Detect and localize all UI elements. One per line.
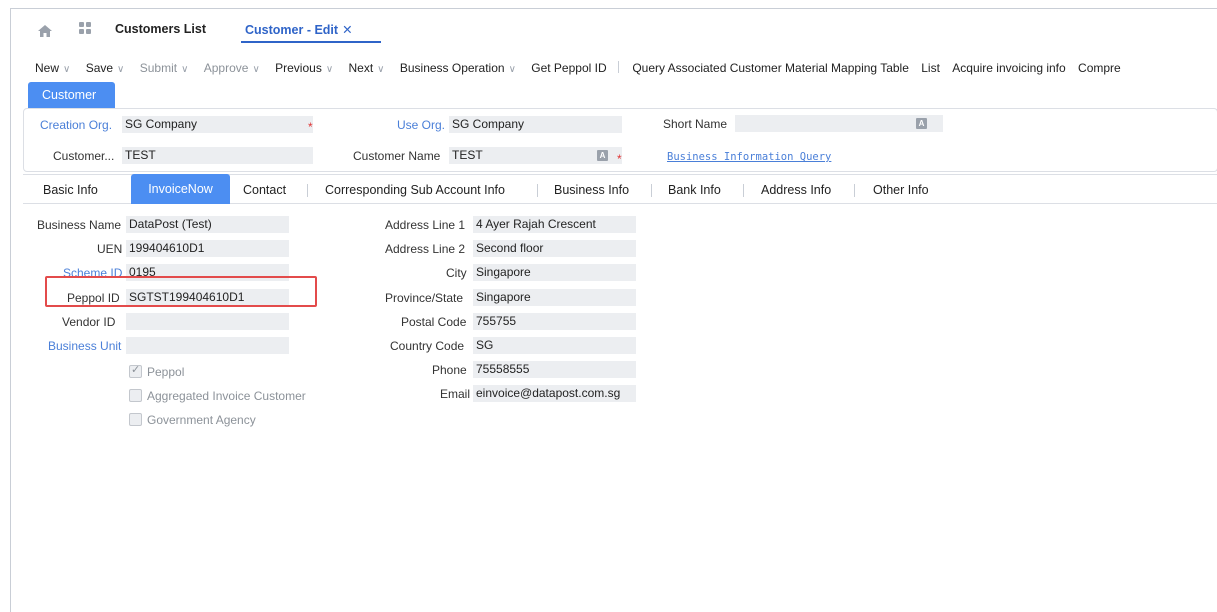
language-icon[interactable]: A: [916, 118, 927, 129]
next-button-label: Next: [348, 61, 374, 75]
aggregated-invoice-checkbox[interactable]: [129, 389, 142, 402]
government-agency-checkbox[interactable]: [129, 413, 142, 426]
acquire-invoicing-info-button[interactable]: Acquire invoicing info: [952, 61, 1065, 75]
customer-name-label: Customer Name: [353, 149, 441, 163]
peppol-id-highlight: [45, 276, 317, 307]
chevron-down-icon[interactable]: ∨: [63, 64, 70, 75]
business-operation-button[interactable]: Business Operation ∨: [400, 61, 516, 75]
toolbar-divider: [617, 61, 619, 73]
tab-customer-edit-label: Customer - Edit: [245, 23, 339, 37]
tab-contact[interactable]: Contact: [243, 183, 286, 197]
submit-button[interactable]: Submit ∨: [140, 61, 189, 75]
home-icon[interactable]: [38, 25, 52, 37]
get-peppol-id-button[interactable]: Get Peppol ID: [531, 61, 606, 75]
email-field[interactable]: einvoice@datapost.com.sg: [473, 385, 636, 402]
government-agency-label: Government Agency: [147, 413, 256, 427]
toolbar: New ∨ Save ∨ Submit ∨ Approve ∨ Previous ∨ Ne…: [35, 61, 1133, 77]
business-information-query-link[interactable]: Business Information Query: [667, 151, 831, 163]
check-icon: ✓: [131, 364, 141, 376]
previous-button-label: Previous: [275, 61, 322, 75]
tab-divider: [651, 184, 652, 197]
save-button-label: Save: [85, 61, 114, 75]
province-state-field[interactable]: Singapore: [473, 289, 636, 306]
chevron-down-icon[interactable]: ∨: [117, 64, 124, 75]
language-icon[interactable]: A: [597, 150, 608, 161]
tab-divider: [537, 184, 538, 197]
vendor-id-label: Vendor ID: [62, 315, 116, 329]
business-name-field[interactable]: DataPost (Test): [126, 216, 289, 233]
tab-sub-account-info[interactable]: Corresponding Sub Account Info: [325, 183, 505, 197]
compre-button[interactable]: Compre: [1078, 61, 1121, 75]
country-code-label: Country Code: [390, 339, 465, 353]
tab-customers-list[interactable]: Customers List: [115, 22, 206, 36]
tab-other-info[interactable]: Other Info: [873, 183, 929, 197]
chevron-down-icon[interactable]: ∨: [326, 64, 333, 75]
section-tab-bar: Basic Info InvoiceNow Contact Correspond…: [23, 174, 1217, 204]
peppol-checkbox[interactable]: ✓: [129, 364, 142, 378]
close-icon[interactable]: ✕: [342, 23, 352, 37]
active-tab-indicator: [241, 41, 381, 43]
chevron-down-icon[interactable]: ∨: [181, 64, 188, 75]
phone-label: Phone: [432, 363, 467, 377]
postal-code-field[interactable]: 755755: [473, 313, 636, 330]
required-mark: *: [308, 120, 313, 134]
new-button-label: New: [35, 61, 60, 75]
creation-org-field[interactable]: SG Company: [122, 116, 313, 133]
address-line1-field[interactable]: 4 Ayer Rajah Crescent: [473, 216, 636, 233]
tab-address-info[interactable]: Address Info: [761, 183, 831, 197]
new-button[interactable]: New ∨: [35, 61, 70, 75]
aggregated-invoice-label: Aggregated Invoice Customer: [147, 389, 306, 403]
approve-button[interactable]: Approve ∨: [204, 61, 260, 75]
tab-business-info[interactable]: Business Info: [554, 183, 629, 197]
use-org-field[interactable]: SG Company: [449, 116, 622, 133]
uen-label: UEN: [97, 242, 123, 256]
creation-org-label[interactable]: Creation Org.: [40, 118, 112, 132]
address-line2-label: Address Line 2: [385, 242, 466, 256]
apps-grid-icon[interactable]: [79, 22, 92, 35]
customer-code-field[interactable]: TEST: [122, 147, 313, 164]
email-label: Email: [440, 387, 471, 401]
customer-code-label: Customer...: [53, 149, 115, 163]
business-name-label: Business Name: [37, 218, 122, 232]
chevron-down-icon[interactable]: ∨: [252, 64, 259, 75]
tab-divider: [854, 184, 855, 197]
short-name-label: Short Name: [663, 117, 728, 131]
tab-divider: [307, 184, 308, 197]
next-button[interactable]: Next ∨: [348, 61, 384, 75]
previous-button[interactable]: Previous ∨: [275, 61, 333, 75]
chevron-down-icon[interactable]: ∨: [377, 64, 384, 75]
customer-section-tab[interactable]: Customer: [28, 82, 115, 108]
save-button[interactable]: Save ∨: [86, 61, 125, 75]
use-org-label[interactable]: Use Org.: [397, 118, 445, 132]
business-operation-label: Business Operation: [399, 61, 505, 75]
address-line1-label: Address Line 1: [385, 218, 466, 232]
chevron-down-icon[interactable]: ∨: [509, 64, 516, 75]
country-code-field[interactable]: SG: [473, 337, 636, 354]
list-button[interactable]: List: [921, 61, 940, 75]
submit-button-label: Submit: [139, 61, 178, 75]
postal-code-label: Postal Code: [401, 315, 467, 329]
uen-field[interactable]: 199404610D1: [126, 240, 289, 257]
business-unit-field[interactable]: [126, 337, 289, 354]
tab-invoicenow[interactable]: InvoiceNow: [131, 174, 230, 204]
city-field[interactable]: Singapore: [473, 264, 636, 281]
peppol-checkbox-label: Peppol: [147, 365, 185, 379]
tab-basic-info[interactable]: Basic Info: [43, 183, 98, 197]
vendor-id-field[interactable]: [126, 313, 289, 330]
required-mark: *: [617, 152, 622, 166]
tab-bank-info[interactable]: Bank Info: [668, 183, 721, 197]
app-window: Customers List Customer - Edit ✕ New ∨ Sav…: [10, 8, 1217, 612]
tab-customer-edit[interactable]: Customer - Edit ✕: [245, 22, 353, 37]
phone-field[interactable]: 75558555: [473, 361, 636, 378]
top-tab-bar: Customers List Customer - Edit ✕: [11, 9, 1217, 45]
city-label: City: [446, 266, 467, 280]
short-name-field[interactable]: [735, 115, 943, 132]
query-mapping-table-button[interactable]: Query Associated Customer Material Mappi…: [632, 61, 909, 75]
address-line2-field[interactable]: Second floor: [473, 240, 636, 257]
business-unit-label[interactable]: Business Unit: [48, 339, 121, 353]
approve-button-label: Approve: [203, 61, 249, 75]
tab-divider: [743, 184, 744, 197]
province-state-label: Province/State: [385, 291, 464, 305]
